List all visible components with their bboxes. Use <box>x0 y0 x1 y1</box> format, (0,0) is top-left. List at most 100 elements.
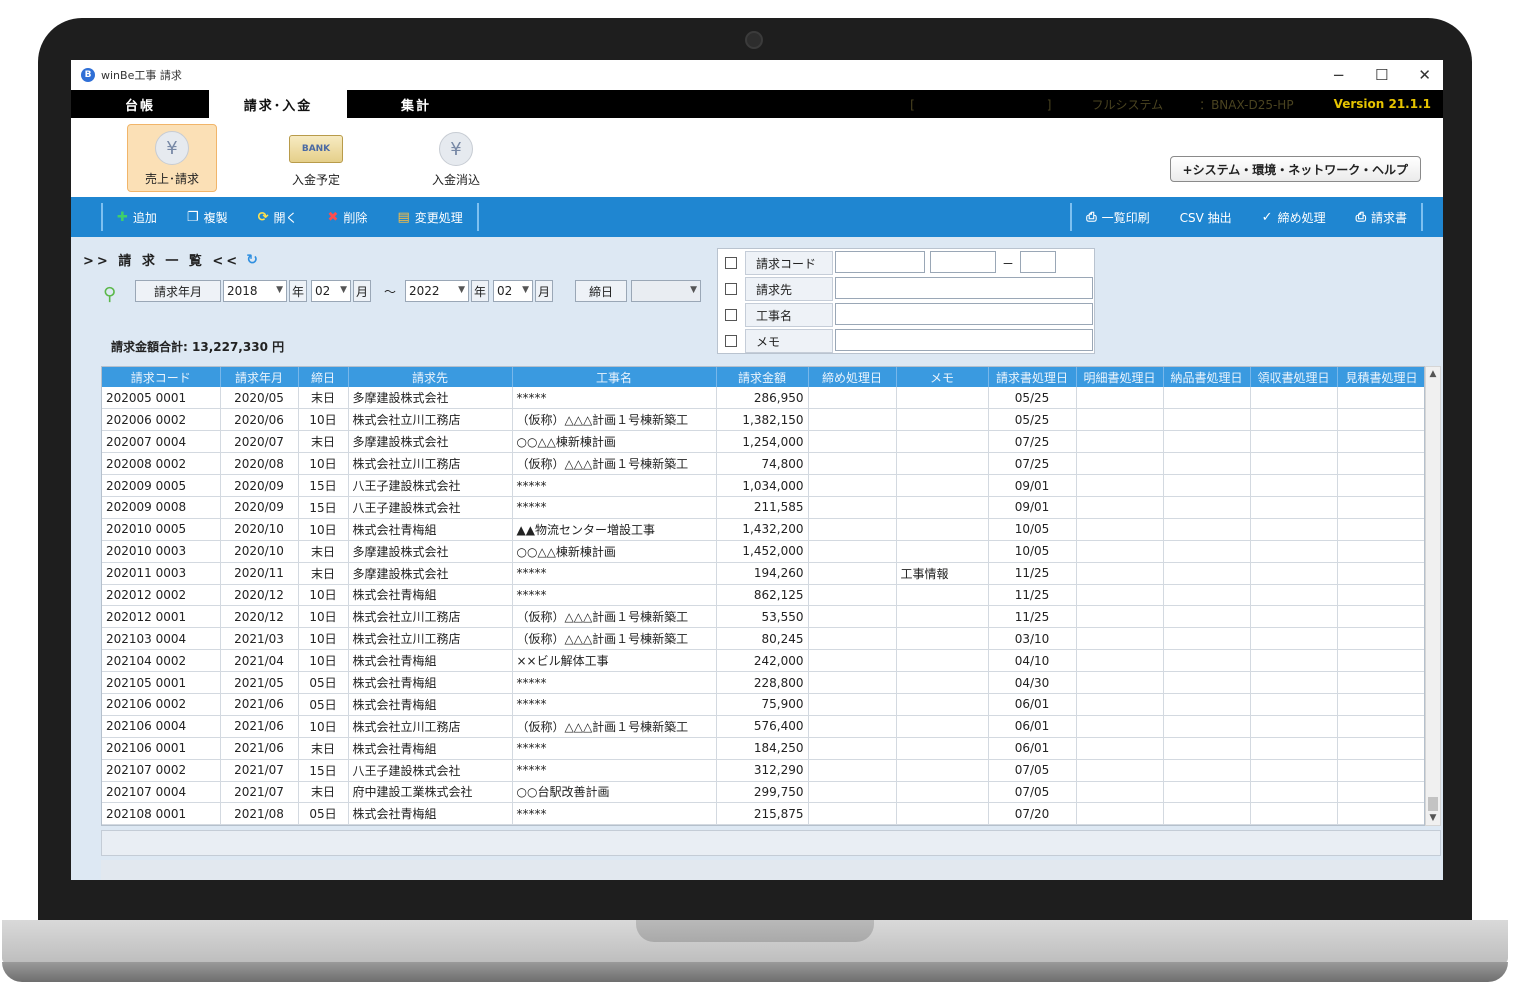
code-filter-input-2[interactable] <box>930 251 996 273</box>
grid-header-cell[interactable]: 締め処理日 <box>808 367 897 387</box>
table-cell: 10日 <box>298 584 349 607</box>
closing-day-select[interactable]: ▼ <box>631 280 701 302</box>
table-row[interactable]: 202104 0002 2021/04 10日 株式会社青梅組 ××ビル解体工事 242,… <box>102 649 1424 673</box>
list-print-button[interactable]: ⎙ 一覧印刷 <box>1086 209 1149 226</box>
project-filter-checkbox[interactable] <box>725 309 737 321</box>
sales-billing-button[interactable]: ¥ 売上･請求 <box>127 124 217 192</box>
toolbar-divider <box>476 203 479 231</box>
deposit-plan-button[interactable]: BANK 入金予定 <box>271 124 361 192</box>
table-row[interactable]: 202009 0008 2020/09 15日 八王子建設株式会社 ***** 211,5… <box>102 496 1424 519</box>
table-row[interactable]: 202108 0001 2021/08 05日 株式会社青梅組 ***** 215,875… <box>102 802 1424 825</box>
table-row[interactable]: 202007 0004 2020/07 末日 多摩建設株式会社 ○○△△棟新棟計画 1,2… <box>102 430 1424 454</box>
table-cell <box>1337 649 1424 673</box>
table-row[interactable]: 202010 0003 2020/10 末日 多摩建設株式会社 ○○△△棟新棟計画 1,4… <box>102 540 1424 563</box>
table-cell: 府中建設工業株式会社 <box>348 781 513 804</box>
tab-summary[interactable]: 集計 <box>347 90 485 118</box>
change-process-button[interactable]: ▤ 変更処理 <box>397 209 462 226</box>
grid-header-cell[interactable]: 領収書処理日 <box>1250 367 1338 387</box>
grid-header-cell[interactable]: 請求書処理日 <box>988 367 1077 387</box>
table-row[interactable]: 202005 0001 2020/05 末日 多摩建設株式会社 ***** 286,950… <box>102 387 1424 410</box>
table-cell: 202012 0002 <box>102 584 221 607</box>
table-row[interactable]: 202106 0004 2021/06 10日 株式会社立川工務店 （仮称）△△△計画１… <box>102 715 1424 738</box>
tab-billing-deposit[interactable]: 請求･入金 <box>209 90 347 118</box>
memo-filter-label: メモ <box>745 329 833 353</box>
table-cell: 80,245 <box>716 627 809 651</box>
csv-extract-button[interactable]: CSV 抽出 <box>1180 209 1232 226</box>
table-cell: ○○△△棟新棟計画 <box>512 540 717 563</box>
maximize-button[interactable]: ☐ <box>1375 66 1388 84</box>
invoice-button[interactable]: ⎙ 請求書 <box>1356 209 1407 226</box>
table-row[interactable]: 202009 0005 2020/09 15日 八王子建設株式会社 ***** 1,034… <box>102 474 1424 497</box>
grid-header-cell[interactable]: 納品書処理日 <box>1163 367 1251 387</box>
grid-header-cell[interactable]: 請求先 <box>348 367 513 387</box>
grid-header-cell[interactable]: メモ <box>896 367 989 387</box>
code-filter-input-3[interactable] <box>1020 251 1056 273</box>
table-row[interactable]: 202012 0001 2020/12 10日 株式会社立川工務店 （仮称）△△△計画１… <box>102 605 1424 629</box>
delete-label: 削除 <box>343 210 368 225</box>
system-help-button[interactable]: +システム・環境・ネットワーク・ヘルプ <box>1169 156 1421 182</box>
grid-vertical-scrollbar[interactable]: ▲ ▼ <box>1425 366 1441 826</box>
grid-header-cell[interactable]: 請求コード <box>102 367 221 387</box>
close-button[interactable]: ✕ <box>1418 66 1431 84</box>
table-row[interactable]: 202006 0002 2020/06 10日 株式会社立川工務店 （仮称）△△△計画１… <box>102 408 1424 432</box>
table-row[interactable]: 202103 0004 2021/03 10日 株式会社立川工務店 （仮称）△△△計画１… <box>102 627 1424 651</box>
table-cell: 1,452,000 <box>716 540 809 563</box>
chevron-up-icon[interactable]: ▲ <box>1426 369 1440 379</box>
grid-header-cell[interactable]: 請求年月 <box>220 367 299 387</box>
search-icon[interactable]: ⚲ <box>103 284 116 305</box>
table-cell: 2020/12 <box>220 605 299 629</box>
table-cell: 04/30 <box>988 671 1077 694</box>
yen-icon: ¥ <box>439 132 473 166</box>
table-row[interactable]: 202106 0001 2021/06 末日 株式会社青梅組 ***** 184,250 0… <box>102 737 1424 760</box>
table-row[interactable]: 202011 0003 2020/11 末日 多摩建設株式会社 ***** 194,260… <box>102 562 1424 585</box>
deposit-clear-button[interactable]: ¥ 入金消込 <box>411 124 501 192</box>
to-year-select[interactable]: 2022 ▼ <box>405 280 469 302</box>
closing-process-button[interactable]: ✓ 締め処理 <box>1262 209 1326 226</box>
add-button[interactable]: ✚ 追加 <box>117 209 157 226</box>
table-row[interactable]: 202012 0002 2020/12 10日 株式会社青梅組 ***** 862,125… <box>102 584 1424 607</box>
table-cell <box>1076 518 1164 541</box>
table-row[interactable]: 202107 0004 2021/07 末日 府中建設工業株式会社 ○○台駅改善計画 29… <box>102 781 1424 804</box>
code-filter-input-1[interactable] <box>835 251 925 273</box>
memo-filter-checkbox[interactable] <box>725 335 737 347</box>
table-cell <box>1337 693 1424 716</box>
table-cell: 2020/05 <box>220 387 299 410</box>
table-cell: 株式会社青梅組 <box>348 671 513 694</box>
memo-filter-input[interactable] <box>835 329 1093 351</box>
grid-header-cell[interactable]: 見積書処理日 <box>1337 367 1424 387</box>
minimize-button[interactable]: − <box>1332 66 1345 84</box>
table-cell: （仮称）△△△計画１号棟新築工 <box>512 715 717 738</box>
grid-header-cell[interactable]: 締日 <box>298 367 349 387</box>
to-month-select[interactable]: 02 ▼ <box>493 280 533 302</box>
scrollbar-thumb[interactable] <box>1428 797 1438 811</box>
table-cell <box>1076 408 1164 432</box>
delete-button[interactable]: ✖ 削除 <box>328 209 368 226</box>
from-year-select[interactable]: 2018 ▼ <box>223 280 287 302</box>
open-button[interactable]: ⟳ 開く <box>258 209 298 226</box>
grid-header-cell[interactable]: 請求金額 <box>716 367 809 387</box>
code-filter-checkbox[interactable] <box>725 257 737 269</box>
table-cell: 末日 <box>298 737 349 760</box>
grid-header-cell[interactable]: 工事名 <box>512 367 717 387</box>
table-cell: 末日 <box>298 540 349 563</box>
project-filter-input[interactable] <box>835 303 1093 325</box>
table-row[interactable]: 202106 0002 2021/06 05日 株式会社青梅組 ***** 75,900 0… <box>102 693 1424 716</box>
grid-header-cell[interactable]: 明細書処理日 <box>1076 367 1164 387</box>
table-cell <box>1076 737 1164 760</box>
table-cell <box>1337 387 1424 410</box>
client-filter-input[interactable] <box>835 277 1093 299</box>
table-row[interactable]: 202008 0002 2020/08 10日 株式会社立川工務店 （仮称）△△△計画１… <box>102 452 1424 476</box>
chevron-down-icon[interactable]: ▼ <box>1426 813 1440 823</box>
table-cell: 株式会社青梅組 <box>348 802 513 825</box>
copy-button[interactable]: ❐ 複製 <box>187 209 228 226</box>
from-month-select[interactable]: 02 ▼ <box>311 280 351 302</box>
filter-panel: 請求コード － 請求先 工事名 メモ <box>717 248 1095 354</box>
table-row[interactable]: 202105 0001 2021/05 05日 株式会社青梅組 ***** 228,800… <box>102 671 1424 694</box>
table-row[interactable]: 202107 0002 2021/07 15日 八王子建設株式会社 ***** 312,2… <box>102 759 1424 782</box>
tab-ledger[interactable]: 台帳 <box>71 90 209 118</box>
table-cell <box>1250 605 1338 629</box>
client-filter-checkbox[interactable] <box>725 283 737 295</box>
table-cell: 2020/09 <box>220 474 299 497</box>
refresh-icon[interactable]: ↻ <box>246 252 261 268</box>
table-row[interactable]: 202010 0005 2020/10 10日 株式会社青梅組 ▲▲物流センター増設工事… <box>102 518 1424 541</box>
